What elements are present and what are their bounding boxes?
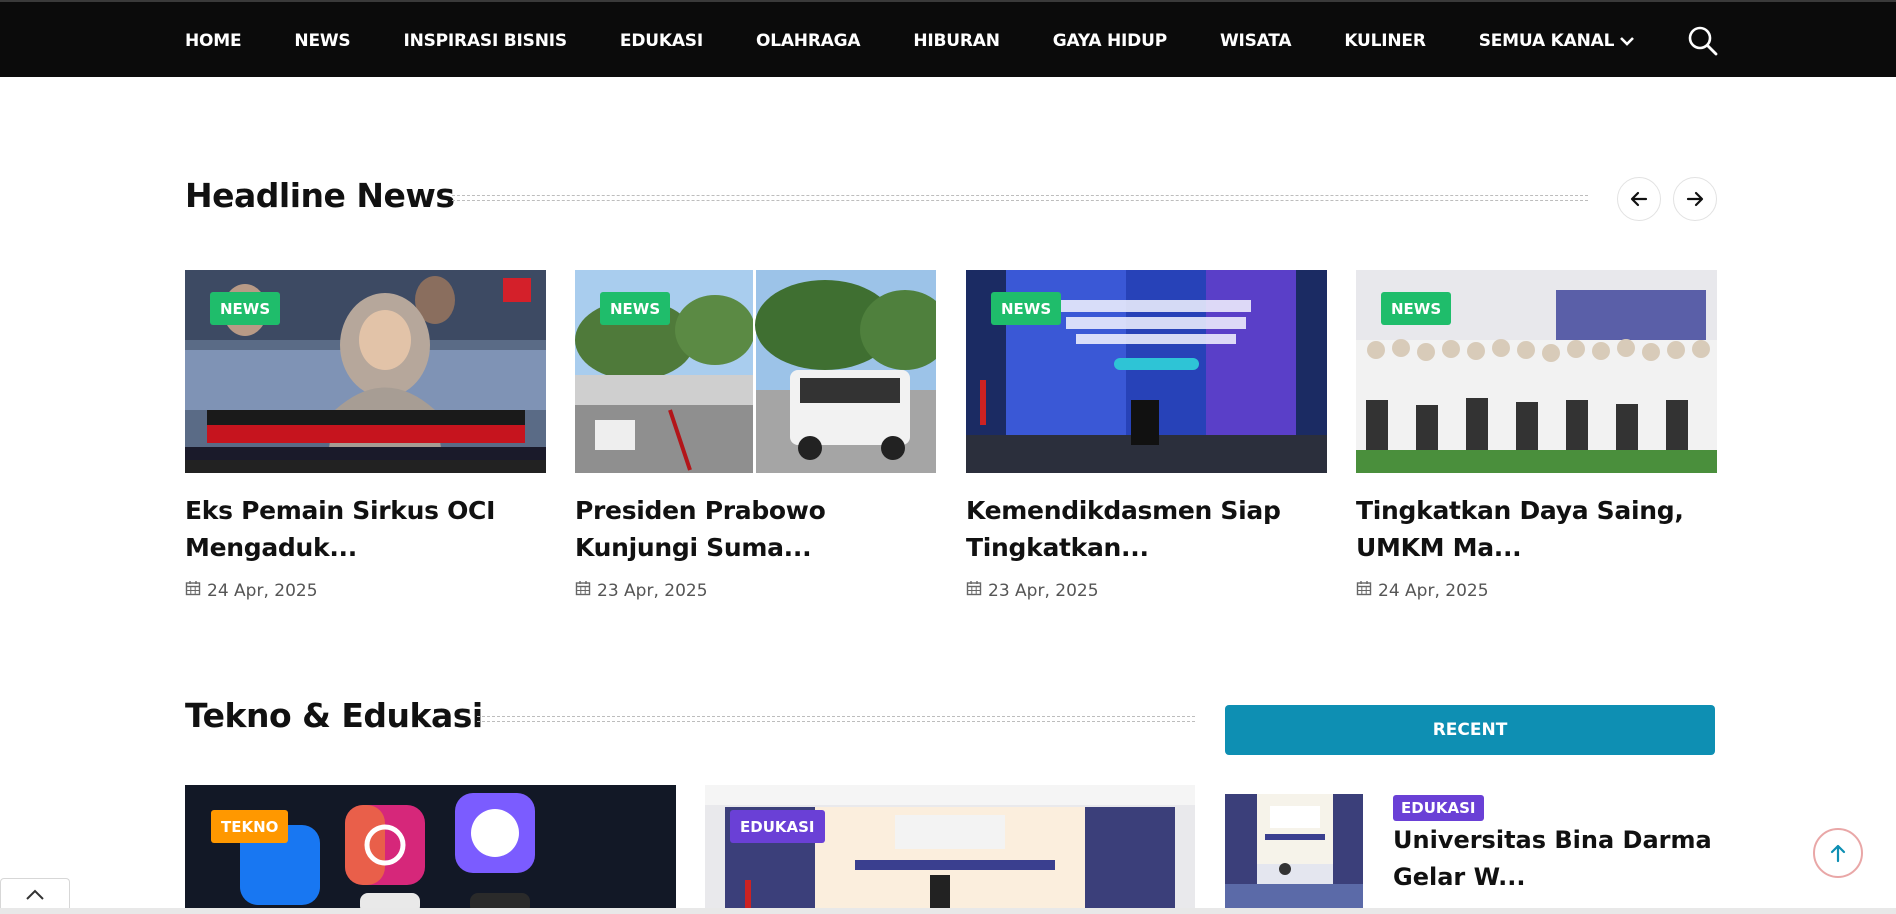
card-image[interactable]: NEWS [1356,270,1717,473]
top-navbar: HOME NEWS INSPIRASI BISNIS EDUKASI OLAHR… [0,0,1896,77]
arrow-right-icon [1686,191,1704,207]
nav-item-edukasi[interactable]: EDUKASI [620,31,703,51]
carousel-prev-button[interactable] [1617,177,1661,221]
card-title[interactable]: Presiden Prabowo Kunjungi Suma... [575,492,936,566]
card-image[interactable]: NEWS [966,270,1327,473]
headline-card[interactable]: NEWS Presiden Prabowo Kunjungi Suma... 2… [575,270,936,601]
search-icon[interactable] [1686,24,1720,58]
card-date-text: 23 Apr, 2025 [597,580,708,601]
nav-item-olahraga[interactable]: OLAHRAGA [756,31,861,51]
nav-item-kuliner[interactable]: KULINER [1344,31,1426,51]
category-badge[interactable]: NEWS [1381,292,1452,325]
category-badge[interactable]: NEWS [600,292,671,325]
tekno-section-title: Tekno & Edukasi [185,696,483,735]
recent-item-badge[interactable]: EDUKASI [1393,795,1484,821]
headline-card[interactable]: NEWS Tingkatkan Daya Saing, UMKM Ma... 2… [1356,270,1717,601]
nav-item-home[interactable]: HOME [185,31,242,51]
category-badge[interactable]: NEWS [210,292,281,325]
nav-item-inspirasi-bisnis[interactable]: INSPIRASI BISNIS [403,31,567,51]
recent-item-image[interactable] [1225,794,1363,914]
chevron-up-icon [26,889,44,900]
card-image[interactable]: NEWS [185,270,546,473]
card-date-text: 24 Apr, 2025 [1378,580,1489,601]
section-divider [452,195,1588,201]
headline-card[interactable]: NEWS Kemendikdasmen Siap Tingkatkan... 2… [966,270,1327,601]
nav-item-hiburan[interactable]: HIBURAN [913,31,1000,51]
card-title[interactable]: Kemendikdasmen Siap Tingkatkan... [966,492,1327,566]
main-nav: HOME NEWS INSPIRASI BISNIS EDUKASI OLAHR… [185,2,1687,79]
edukasi-card[interactable]: EDUKASI [705,785,1195,914]
card-date: 23 Apr, 2025 [575,580,936,601]
calendar-icon [966,580,982,601]
arrow-left-icon [1630,191,1648,207]
tekno-card[interactable]: TEKNO [185,785,676,914]
recent-tab-button[interactable]: RECENT [1225,705,1715,755]
calendar-icon [575,580,591,601]
back-to-top-button[interactable] [1813,828,1863,878]
nav-item-semua-kanal-label: SEMUA KANAL [1478,30,1615,51]
calendar-icon [185,580,201,601]
card-image[interactable]: NEWS [575,270,936,473]
collapse-toggle-button[interactable] [0,878,70,910]
bottom-bar [0,908,1896,914]
chevron-down-icon [1620,31,1635,51]
card-title[interactable]: Eks Pemain Sirkus OCI Mengaduk... [185,492,546,566]
nav-item-news[interactable]: NEWS [294,31,350,51]
section-divider [477,716,1195,722]
headline-card[interactable]: NEWS Eks Pemain Sirkus OCI Mengaduk... 2… [185,270,546,601]
arrow-up-icon [1830,844,1846,863]
carousel-next-button[interactable] [1673,177,1717,221]
nav-item-wisata[interactable]: WISATA [1220,31,1292,51]
calendar-icon [1356,580,1372,601]
card-date-text: 24 Apr, 2025 [207,580,318,601]
card-date: 24 Apr, 2025 [185,580,546,601]
nav-item-semua-kanal[interactable]: SEMUA KANAL [1478,30,1635,51]
card-date: 24 Apr, 2025 [1356,580,1717,601]
recent-item-title[interactable]: Universitas Bina Darma Gelar W... [1393,822,1713,896]
category-badge[interactable]: NEWS [991,292,1062,325]
headline-section-title: Headline News [185,176,455,215]
category-badge[interactable]: TEKNO [211,810,289,843]
nav-item-gaya-hidup[interactable]: GAYA HIDUP [1053,31,1167,51]
card-image[interactable]: EDUKASI [705,785,1195,914]
category-badge[interactable]: EDUKASI [730,810,825,843]
card-image[interactable]: TEKNO [185,785,676,914]
card-date: 23 Apr, 2025 [966,580,1327,601]
card-title[interactable]: Tingkatkan Daya Saing, UMKM Ma... [1356,492,1717,566]
card-date-text: 23 Apr, 2025 [988,580,1099,601]
